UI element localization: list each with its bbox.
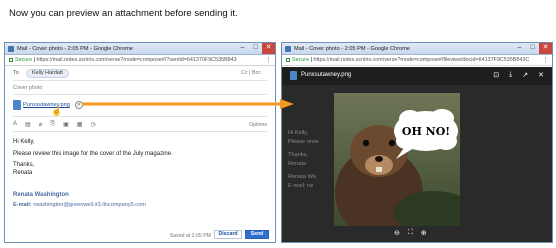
secure-label: Secure [15,57,33,63]
url-text: https://mail.notes.scniris.com/verse?mod… [313,57,530,63]
page-caption: Now you can preview an attachment before… [9,8,238,19]
format-icon[interactable]: ▤ [25,121,31,128]
preview-window: Mail - Cover photo - 2:05 PM - Google Ch… [281,42,553,243]
mail-favicon-icon [8,46,14,52]
attach-icon[interactable]: ⌀ [39,121,43,128]
attachment-item[interactable]: Punxsutawney.png ✕ [13,99,83,111]
minimize-button[interactable]: – [236,43,249,54]
to-label: To [13,70,19,76]
recipient-chip[interactable]: Kelly Hardatt [26,69,69,78]
image-file-icon [13,100,21,110]
maximize-button[interactable]: □ [526,43,539,54]
divider [13,94,267,95]
body-line: Thanks, [13,162,35,169]
groundhog-image: OH NO! [334,93,460,226]
zoom-controls: ⊖ ⛶ ⊕ [394,229,427,237]
compose-window: Mail - Cover photo - 2:05 PM - Google Ch… [4,42,276,243]
close-window-button[interactable]: ✕ [262,43,275,54]
format-toolbar: A ▤ ⌀ ⎘ ▣ ▦ ◷ [13,121,96,128]
body-line: Please review this image for the cover o… [13,150,173,157]
window-title: Mail - Cover photo - 2:05 PM - Google Ch… [294,46,410,52]
zoom-in-icon[interactable]: ⊕ [421,229,427,237]
address-bar[interactable]: Secure | https://mail.notes.scniris.com/… [5,55,275,66]
font-format-icon[interactable]: A [13,121,17,128]
divider [13,80,267,81]
zoom-out-icon[interactable]: ⊖ [394,229,400,237]
discard-button[interactable]: Discard [214,230,242,239]
preview-image: OH NO! [334,93,460,226]
transition-arrow-icon [82,99,294,109]
fit-to-screen-icon[interactable]: ⛶ [408,229,413,237]
signature-name: Renata Washington [13,192,69,198]
body-line: Renata [13,169,33,176]
window-title: Mail - Cover photo - 2:05 PM - Google Ch… [17,46,133,52]
table-icon[interactable]: ▦ [77,121,83,128]
subject-field[interactable]: Cover photo [13,85,42,91]
close-preview-icon[interactable]: ✕ [538,71,544,79]
attachment-link[interactable]: Punxsutawney.png [23,102,70,108]
browser-menu-icon[interactable]: ⋮ [265,55,272,65]
divider [13,131,267,132]
image-icon[interactable]: ▣ [63,121,69,128]
title-bar: Mail - Cover photo - 2:05 PM - Google Ch… [5,43,275,55]
secure-label: Secure [292,57,310,63]
address-bar[interactable]: Secure | https://mail.notes.scniris.com/… [282,55,552,66]
signature-email: E-mail: rwashington@greenwell.ir3.llncom… [13,202,146,208]
close-window-button[interactable]: ✕ [539,43,552,54]
clock-icon[interactable]: ◷ [90,121,95,128]
lock-icon [9,57,13,62]
options-button[interactable]: Options [249,122,267,128]
save-to-files-icon[interactable]: ⊡ [493,71,499,79]
message-body[interactable]: Hi Kelly, Please review this image for t… [13,139,173,177]
browser-menu-icon[interactable]: ⋮ [542,55,549,65]
url-text: https://mail.notes.scniris.com/verse?mod… [36,57,237,63]
download-icon[interactable]: ⤓ [509,71,512,79]
speech-bubble-text: OH NO! [402,125,450,138]
background-message: Hi Kelly, Please revie Thanks, Renata Re… [288,130,319,189]
window-controls: – □ ✕ [513,43,552,54]
minimize-button[interactable]: – [513,43,526,54]
preview-actions: ⊡ ⤓ ↗ ✕ [493,71,544,79]
divider [13,116,267,117]
maximize-button[interactable]: □ [249,43,262,54]
send-button[interactable]: Send [245,230,269,239]
mail-favicon-icon [285,46,291,52]
open-new-window-icon[interactable]: ↗ [522,71,528,79]
cc-bcc-link[interactable]: Cc | Bcc [241,70,261,76]
saved-status: Saved at 2:05 PM [169,233,211,239]
preview-file-name: Punxsutawney.png [301,72,352,78]
lock-icon [286,57,290,62]
title-bar: Mail - Cover photo - 2:05 PM - Google Ch… [282,43,552,55]
body-line: Hi Kelly, [13,139,35,145]
link-icon[interactable]: ⎘ [50,121,55,128]
window-controls: – □ ✕ [236,43,275,54]
image-file-icon [290,71,297,80]
